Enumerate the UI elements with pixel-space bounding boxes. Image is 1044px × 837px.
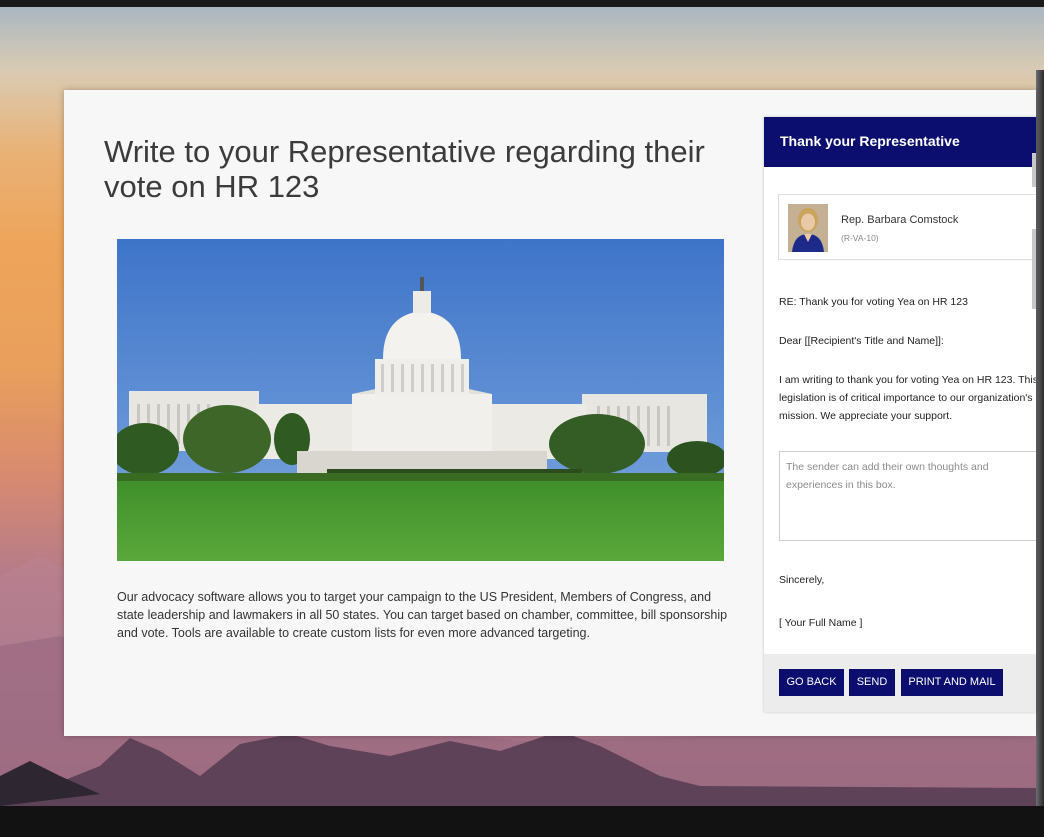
- panel-header: Thank your Representative: [764, 117, 1036, 167]
- representative-district: (R-VA-10): [841, 233, 879, 243]
- representative-photo: [788, 204, 828, 252]
- panel-title: Thank your Representative: [780, 133, 960, 149]
- device-frame-edge: [1036, 70, 1044, 806]
- scrollbar-thumb[interactable]: [1032, 229, 1036, 309]
- letter-panel: Thank your Representative Rep. Barbara C…: [764, 117, 1036, 712]
- scrollbar-thumb[interactable]: [1032, 153, 1036, 187]
- representative-name: Rep. Barbara Comstock: [841, 214, 959, 226]
- capitol-image: [117, 239, 724, 561]
- main-card: Write to your Representative regarding t…: [64, 90, 1036, 736]
- top-bezel: [0, 0, 1044, 7]
- personal-thoughts-textarea[interactable]: The sender can add their own thoughts an…: [779, 451, 1036, 541]
- button-bar: GO BACK SEND PRINT AND MAIL: [764, 654, 1036, 712]
- description-text: Our advocacy software allows you to targ…: [117, 590, 728, 640]
- thoughts-placeholder: The sender can add their own thoughts an…: [786, 461, 989, 491]
- letter-closing: Sincerely,: [779, 574, 825, 586]
- send-button[interactable]: SEND: [849, 669, 895, 696]
- print-and-mail-button[interactable]: PRINT AND MAIL: [901, 669, 1003, 696]
- representative-card: Rep. Barbara Comstock (R-VA-10): [778, 194, 1036, 260]
- panel-scrollbar[interactable]: [1032, 117, 1036, 654]
- letter-subject: RE: Thank you for voting Yea on HR 123: [779, 296, 968, 308]
- bottom-bezel: [0, 806, 1044, 837]
- letter-body: I am writing to thank you for voting Yea…: [779, 374, 1036, 422]
- letter-signature: [ Your Full Name ]: [779, 617, 863, 629]
- page-title: Write to your Representative regarding t…: [104, 134, 705, 204]
- go-back-button[interactable]: GO BACK: [779, 669, 844, 696]
- letter-greeting: Dear [[Recipient's Title and Name]]:: [779, 335, 944, 347]
